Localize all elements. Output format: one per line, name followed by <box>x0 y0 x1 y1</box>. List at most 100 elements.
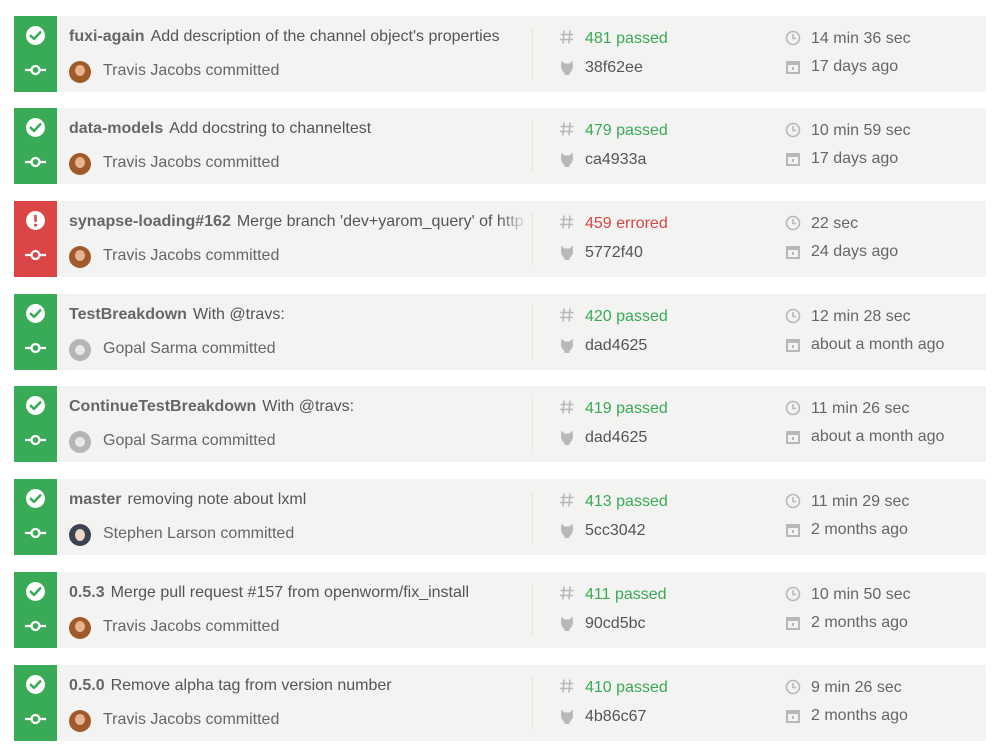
calendar-icon <box>786 710 800 723</box>
divider <box>532 677 533 729</box>
avatar <box>69 61 91 83</box>
build-title[interactable]: 0.5.3 Merge pull request #157 from openwo… <box>69 584 529 602</box>
finished-text: 2 months ago <box>811 707 908 724</box>
check-circle-icon <box>26 489 45 508</box>
commit-icon <box>25 64 46 76</box>
build-title[interactable]: 0.5.0 Remove alpha tag from version numbe… <box>69 677 529 695</box>
github-icon <box>561 245 573 260</box>
github-icon <box>561 338 573 353</box>
error-circle-icon <box>26 211 45 230</box>
hash-icon <box>560 215 574 229</box>
author-name: Travis Jacobs committed <box>103 154 280 171</box>
github-icon <box>561 60 573 75</box>
build-title[interactable]: master removing note about lxml <box>69 491 529 509</box>
duration-text: 22 sec <box>811 215 859 232</box>
author-name: Gopal Sarma committed <box>103 432 276 449</box>
commit-icon <box>25 342 46 354</box>
finished-text: 2 months ago <box>811 521 908 538</box>
author-name: Travis Jacobs committed <box>103 618 280 635</box>
github-icon <box>561 523 573 538</box>
build-status-stripe <box>14 16 57 92</box>
build-number-text: 481 passed <box>585 30 668 47</box>
build-title[interactable]: data-models Add docstring to channeltest <box>69 120 529 138</box>
build-row[interactable]: TestBreakdown With @travs: Gopal Sarma co… <box>14 294 986 370</box>
hash-icon <box>560 30 574 44</box>
build-row[interactable]: fuxi-again Add description of the channel… <box>14 16 986 92</box>
commit-sha-text: 38f62ee <box>585 59 643 76</box>
clock-icon <box>785 122 801 138</box>
branch-name[interactable]: data-models <box>69 120 163 137</box>
build-status-stripe <box>14 108 57 184</box>
author-name: Travis Jacobs committed <box>103 62 280 79</box>
check-circle-icon <box>26 304 45 323</box>
duration-text: 11 min 26 sec <box>811 400 910 417</box>
calendar-icon <box>786 339 800 352</box>
build-number-text: 419 passed <box>585 400 668 417</box>
build-row[interactable]: ContinueTestBreakdown With @travs: Gopal … <box>14 386 986 462</box>
divider <box>532 28 533 80</box>
commit-message: Merge branch 'dev+yarom_query' of http <box>236 213 524 230</box>
commit-message: With @travs: <box>262 398 355 415</box>
commit-sha-text: 5772f40 <box>585 244 643 261</box>
clock-icon <box>785 215 801 231</box>
clock-icon <box>785 586 801 602</box>
divider <box>532 491 533 543</box>
divider <box>532 306 533 358</box>
clock-icon <box>785 308 801 324</box>
build-title[interactable]: fuxi-again Add description of the channel… <box>69 28 529 46</box>
branch-name[interactable]: TestBreakdown <box>69 306 187 323</box>
build-number-text: 411 passed <box>585 586 667 603</box>
branch-name[interactable]: 0.5.0 <box>69 677 105 694</box>
build-title[interactable]: synapse-loading#162 Merge branch 'dev+yar… <box>69 213 529 231</box>
build-row[interactable]: 0.5.3 Merge pull request #157 from openwo… <box>14 572 986 648</box>
finished-text: 17 days ago <box>811 58 899 75</box>
commit-sha-text: ca4933a <box>585 151 647 168</box>
github-icon <box>561 616 573 631</box>
check-circle-icon <box>26 26 45 45</box>
avatar <box>69 339 91 361</box>
avatar <box>69 617 91 639</box>
build-number-text: 420 passed <box>585 308 668 325</box>
github-icon <box>561 709 573 724</box>
avatar <box>69 246 91 268</box>
build-row[interactable]: data-models Add docstring to channeltest … <box>14 108 986 184</box>
author-name: Travis Jacobs committed <box>103 711 280 728</box>
build-title[interactable]: TestBreakdown With @travs: <box>69 306 529 324</box>
clock-icon <box>785 679 801 695</box>
calendar-icon <box>786 246 800 259</box>
commit-message: removing note about lxml <box>127 491 307 508</box>
clock-icon <box>785 493 801 509</box>
finished-text: about a month ago <box>811 336 945 353</box>
commit-message: Merge pull request #157 from openworm/fi… <box>110 584 469 601</box>
build-row[interactable]: synapse-loading#162 Merge branch 'dev+yar… <box>14 201 986 277</box>
build-row[interactable]: 0.5.0 Remove alpha tag from version numbe… <box>14 665 986 741</box>
calendar-icon <box>786 617 800 630</box>
commit-icon <box>25 249 46 261</box>
duration-text: 11 min 29 sec <box>811 493 910 510</box>
commit-sha-text: dad4625 <box>585 337 648 354</box>
commit-message: Remove alpha tag from version number <box>110 677 392 694</box>
commit-icon <box>25 156 46 168</box>
finished-text: 2 months ago <box>811 614 908 631</box>
avatar <box>69 710 91 732</box>
hash-icon <box>560 122 574 136</box>
commit-icon <box>25 527 46 539</box>
branch-name[interactable]: 0.5.3 <box>69 584 105 601</box>
build-status-stripe <box>14 572 57 648</box>
branch-name[interactable]: fuxi-again <box>69 28 145 45</box>
avatar <box>69 153 91 175</box>
branch-name[interactable]: master <box>69 491 121 508</box>
author-name: Stephen Larson committed <box>103 525 295 542</box>
branch-name[interactable]: synapse-loading#162 <box>69 213 231 230</box>
avatar <box>69 524 91 546</box>
duration-text: 10 min 59 sec <box>811 122 911 139</box>
commit-message: Add docstring to channeltest <box>169 120 372 137</box>
hash-icon <box>560 400 574 414</box>
build-row[interactable]: master removing note about lxml Stephen L… <box>14 479 986 555</box>
branch-name[interactable]: ContinueTestBreakdown <box>69 398 256 415</box>
build-status-stripe <box>14 201 57 277</box>
build-status-stripe <box>14 665 57 741</box>
calendar-icon <box>786 524 800 537</box>
build-title[interactable]: ContinueTestBreakdown With @travs: <box>69 398 529 416</box>
divider <box>532 120 533 172</box>
